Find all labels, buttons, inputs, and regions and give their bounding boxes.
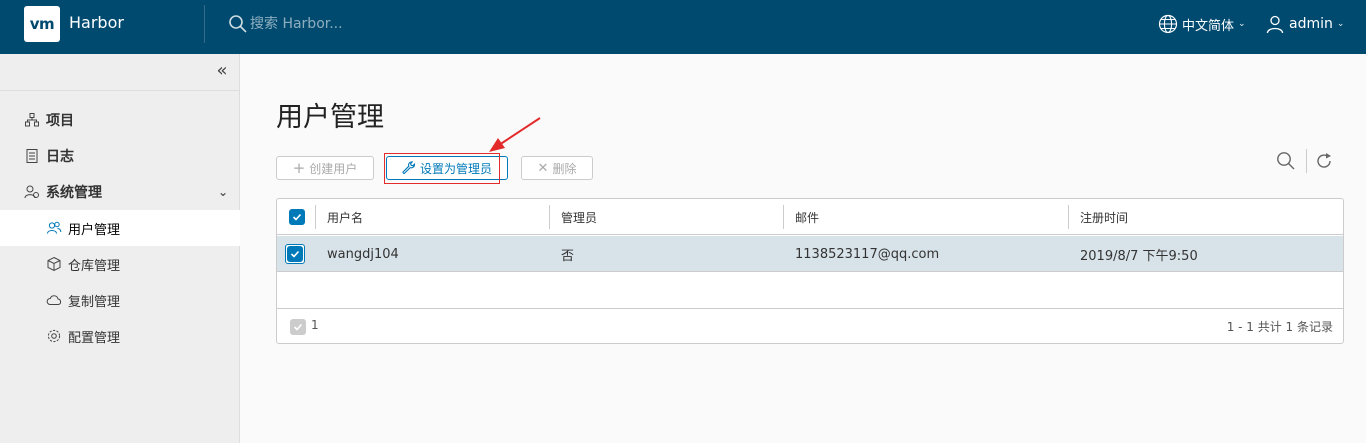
- sidebar-item-label: 复制管理: [68, 294, 121, 310]
- toolbar-divider: [1306, 149, 1307, 173]
- cell-registered: 2019/8/7 下午9:50: [1080, 248, 1198, 264]
- admin-icon: [24, 184, 40, 200]
- close-icon: ✕: [537, 160, 549, 176]
- sidebar-item-label: 项目: [46, 113, 74, 129]
- sidebar: « 项目 日志 系统管理 ⌄ 用户管理 仓库管理 复制管理 配置管理: [0, 54, 240, 443]
- registry-icon: [46, 256, 62, 272]
- sidebar-item-projects[interactable]: 项目: [0, 102, 240, 138]
- checkmark-icon: [292, 213, 302, 221]
- cell-username: wangdj104: [327, 246, 399, 262]
- language-label: 中文简体: [1182, 18, 1235, 34]
- sidebar-item-logs[interactable]: 日志: [0, 138, 240, 174]
- column-header-username[interactable]: 用户名: [315, 199, 549, 235]
- search-icon[interactable]: [1276, 151, 1296, 171]
- sidebar-divider: [0, 90, 240, 91]
- plus-icon: +: [292, 159, 306, 177]
- logo-text: vm: [29, 15, 55, 33]
- username-label: admin: [1289, 16, 1333, 32]
- column-header-email[interactable]: 邮件: [783, 199, 1068, 235]
- create-user-label: 创建用户: [309, 161, 358, 176]
- cell-email: 1138523117@qq.com: [795, 246, 940, 262]
- table-footer: 1 1 - 1 共计 1 条记录: [277, 308, 1343, 343]
- column-header-registered[interactable]: 注册时间: [1068, 199, 1343, 235]
- create-user-button[interactable]: + 创建用户: [276, 156, 374, 180]
- pagination-summary: 1 - 1 共计 1 条记录: [1226, 320, 1333, 334]
- vmware-logo[interactable]: vm: [24, 6, 60, 42]
- refresh-icon[interactable]: [1314, 151, 1334, 171]
- chevron-down-icon: ⌄: [1336, 19, 1345, 29]
- logs-icon: [24, 148, 40, 164]
- user-icon: [1266, 15, 1284, 34]
- selected-count: 1: [311, 318, 319, 332]
- table-header: 用户名 管理员 邮件 注册时间: [277, 199, 1343, 235]
- replication-icon: [46, 292, 62, 308]
- cell-admin: 否: [561, 248, 575, 264]
- delete-label: 删除: [552, 161, 577, 176]
- language-selector[interactable]: 中文简体 ⌄: [1158, 12, 1246, 36]
- sidebar-item-config-management[interactable]: 配置管理: [0, 318, 240, 354]
- users-table: 用户名 管理员 邮件 注册时间 wangdj104 否 1138523117@q…: [276, 198, 1344, 344]
- sidebar-item-label: 配置管理: [68, 330, 121, 346]
- row-checkbox[interactable]: [285, 244, 305, 264]
- checkmark-icon: [293, 323, 303, 331]
- chevron-down-icon: ⌄: [1238, 19, 1246, 29]
- global-search-input[interactable]: [250, 11, 550, 37]
- users-icon: [46, 220, 62, 236]
- sidebar-item-registry-management[interactable]: 仓库管理: [0, 246, 240, 282]
- globe-icon: [1158, 14, 1178, 34]
- row-checkbox-fill: [287, 246, 303, 262]
- sidebar-item-label: 用户管理: [68, 222, 121, 238]
- sidebar-item-label: 仓库管理: [68, 258, 121, 274]
- sidebar-item-admin[interactable]: 系统管理 ⌄: [0, 174, 240, 210]
- column-header-admin[interactable]: 管理员: [549, 199, 783, 235]
- chevron-down-icon: ⌄: [217, 185, 228, 199]
- collapse-sidebar-icon[interactable]: «: [212, 62, 232, 82]
- select-all-checkbox[interactable]: [289, 209, 305, 225]
- footer-selection-checkbox: [290, 319, 306, 335]
- top-header: vm Harbor 中文简体 ⌄ admin ⌄: [0, 0, 1366, 54]
- page-title: 用户管理: [276, 102, 384, 133]
- annotation-highlight-box: [384, 153, 500, 184]
- header-divider: [204, 5, 205, 43]
- checkmark-icon: [290, 250, 300, 258]
- config-icon: [46, 328, 62, 344]
- user-menu[interactable]: admin ⌄: [1265, 12, 1344, 36]
- projects-icon: [24, 112, 40, 128]
- search-icon[interactable]: [228, 14, 248, 34]
- table-row[interactable]: wangdj104 否 1138523117@qq.com 2019/8/7 下…: [277, 236, 1343, 272]
- sidebar-item-replication-management[interactable]: 复制管理: [0, 282, 240, 318]
- sidebar-item-user-management[interactable]: 用户管理: [0, 210, 240, 246]
- delete-button[interactable]: ✕ 删除: [521, 156, 593, 180]
- sidebar-item-label: 系统管理: [46, 185, 102, 201]
- app-title[interactable]: Harbor: [69, 13, 124, 32]
- annotation-arrow-icon: [489, 117, 541, 152]
- sidebar-item-label: 日志: [46, 149, 74, 165]
